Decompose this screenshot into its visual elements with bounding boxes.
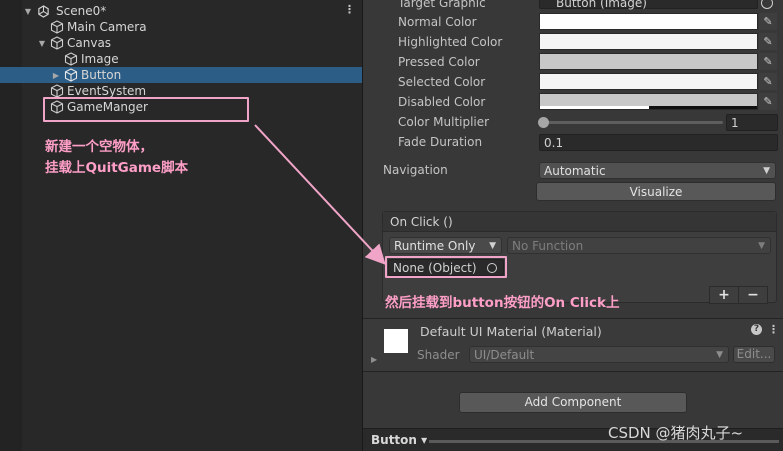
eyedropper-icon[interactable]: ✎ bbox=[759, 53, 777, 70]
onclick-header: On Click () bbox=[383, 212, 776, 232]
navigation-value: Automatic bbox=[544, 164, 606, 178]
navigation-dropdown[interactable]: Automatic ▼ bbox=[539, 162, 776, 179]
hierarchy-item-label: Canvas bbox=[67, 36, 112, 50]
target-graphic-field[interactable]: Button (Image) bbox=[539, 0, 758, 10]
function-value: No Function bbox=[512, 239, 584, 253]
hierarchy-item-canvas[interactable]: ▼ Canvas bbox=[0, 35, 362, 51]
gameobject-cube-icon bbox=[50, 84, 64, 98]
color-multiplier-slider-thumb[interactable] bbox=[538, 117, 549, 128]
foldout-down-icon[interactable]: ▼ bbox=[36, 39, 48, 48]
hierarchy-item-label: Image bbox=[81, 52, 119, 66]
normal-color-field[interactable] bbox=[539, 13, 758, 30]
material-title: Default UI Material (Material) bbox=[420, 324, 602, 339]
fade-duration-value: 0.1 bbox=[544, 136, 564, 150]
fade-duration-label: Fade Duration bbox=[398, 135, 483, 149]
shader-value: UI/Default bbox=[474, 348, 535, 362]
material-preview bbox=[384, 329, 408, 353]
gameobject-cube-icon bbox=[64, 52, 78, 66]
onclick-title: On Click () bbox=[390, 215, 453, 229]
disabled-color-label: Disabled Color bbox=[398, 95, 486, 109]
color-swatch bbox=[540, 54, 757, 69]
color-multiplier-slider-track[interactable] bbox=[543, 121, 723, 124]
runtime-value: Runtime Only bbox=[394, 239, 476, 253]
add-event-button[interactable]: + bbox=[709, 286, 739, 304]
color-swatch bbox=[540, 34, 757, 49]
target-graphic-value: Button (Image) bbox=[556, 0, 647, 10]
color-swatch bbox=[540, 14, 757, 29]
watermark-text: CSDN @猪肉丸子~ bbox=[608, 424, 744, 442]
chevron-down-icon: ▼ bbox=[763, 166, 770, 176]
more-menu-icon[interactable]: ⋮ bbox=[768, 323, 779, 336]
more-menu-icon[interactable]: ⋮ bbox=[344, 3, 355, 16]
annotation-highlight-box bbox=[43, 97, 249, 122]
foldout-right-icon[interactable]: ▶ bbox=[371, 355, 377, 364]
chevron-down-icon: ▼ bbox=[758, 241, 765, 251]
fade-duration-field[interactable]: 0.1 bbox=[539, 134, 778, 151]
annotation-text: 然后挂载到button按钮的On Click上 bbox=[385, 295, 620, 311]
navigation-label: Navigation bbox=[383, 163, 448, 177]
hierarchy-item-label: Button bbox=[81, 68, 122, 82]
chevron-down-icon: ▼ bbox=[489, 241, 496, 251]
eyedropper-icon[interactable]: ✎ bbox=[759, 73, 777, 90]
gameobject-cube-icon bbox=[50, 20, 64, 34]
object-picker-icon[interactable] bbox=[761, 0, 773, 9]
hierarchy-panel: ▼ Scene0* ⋮ Main Camera ▼ Canvas Image ▶… bbox=[0, 0, 362, 451]
gameobject-cube-icon bbox=[64, 68, 78, 82]
alpha-bar bbox=[540, 106, 649, 109]
scene-name: Scene0* bbox=[56, 4, 107, 18]
eyedropper-icon[interactable]: ✎ bbox=[759, 33, 777, 50]
preview-bar-label[interactable]: Button ▾ bbox=[371, 433, 427, 447]
shader-dropdown[interactable]: UI/Default ▼ bbox=[469, 346, 729, 363]
help-icon[interactable]: ? bbox=[751, 324, 762, 335]
shader-label: Shader bbox=[417, 348, 460, 362]
selected-color-label: Selected Color bbox=[398, 75, 486, 89]
pressed-color-field[interactable] bbox=[539, 53, 758, 70]
hierarchy-item-main-camera[interactable]: Main Camera bbox=[0, 19, 362, 35]
inspector-panel: Target Graphic Button (Image) Normal Col… bbox=[363, 0, 783, 451]
function-dropdown[interactable]: No Function ▼ bbox=[507, 237, 771, 254]
scene-row[interactable]: ▼ Scene0* bbox=[0, 3, 362, 19]
preview-bar-label-text: Button bbox=[371, 433, 417, 447]
visualize-button[interactable]: Visualize bbox=[536, 182, 776, 201]
color-swatch bbox=[540, 74, 757, 89]
color-multiplier-label: Color Multiplier bbox=[398, 115, 490, 129]
normal-color-label: Normal Color bbox=[398, 15, 477, 29]
hierarchy-item-image[interactable]: Image bbox=[0, 51, 362, 67]
annotation-text: 新建一个空物体， bbox=[45, 139, 153, 155]
disabled-color-field[interactable] bbox=[539, 93, 758, 110]
add-component-button[interactable]: Add Component bbox=[459, 392, 687, 413]
remove-event-button[interactable]: − bbox=[738, 286, 768, 304]
annotation-highlight-box bbox=[385, 256, 507, 278]
highlighted-color-field[interactable] bbox=[539, 33, 758, 50]
color-multiplier-value: 1 bbox=[731, 116, 739, 130]
material-section: Default UI Material (Material) ? ⋮ Shade… bbox=[363, 318, 783, 372]
hierarchy-item-label: Main Camera bbox=[67, 20, 147, 34]
eyedropper-icon[interactable]: ✎ bbox=[759, 93, 777, 110]
runtime-dropdown[interactable]: Runtime Only ▼ bbox=[389, 237, 502, 254]
target-graphic-label: Target Graphic bbox=[398, 0, 486, 10]
gameobject-cube-icon bbox=[50, 36, 64, 50]
edit-shader-button[interactable]: Edit... bbox=[733, 346, 775, 363]
highlighted-color-label: Highlighted Color bbox=[398, 35, 503, 49]
pressed-color-label: Pressed Color bbox=[398, 55, 480, 69]
chevron-down-icon: ▼ bbox=[716, 350, 723, 360]
hierarchy-item-button[interactable]: ▶ Button bbox=[0, 67, 362, 83]
color-multiplier-field[interactable]: 1 bbox=[726, 114, 778, 131]
selected-color-field[interactable] bbox=[539, 73, 758, 90]
eyedropper-icon[interactable]: ✎ bbox=[759, 13, 777, 30]
annotation-text: 挂载上QuitGame脚本 bbox=[45, 160, 189, 176]
foldout-down-icon[interactable]: ▼ bbox=[22, 7, 34, 16]
foldout-right-icon[interactable]: ▶ bbox=[50, 71, 62, 80]
unity-scene-icon bbox=[38, 4, 49, 18]
